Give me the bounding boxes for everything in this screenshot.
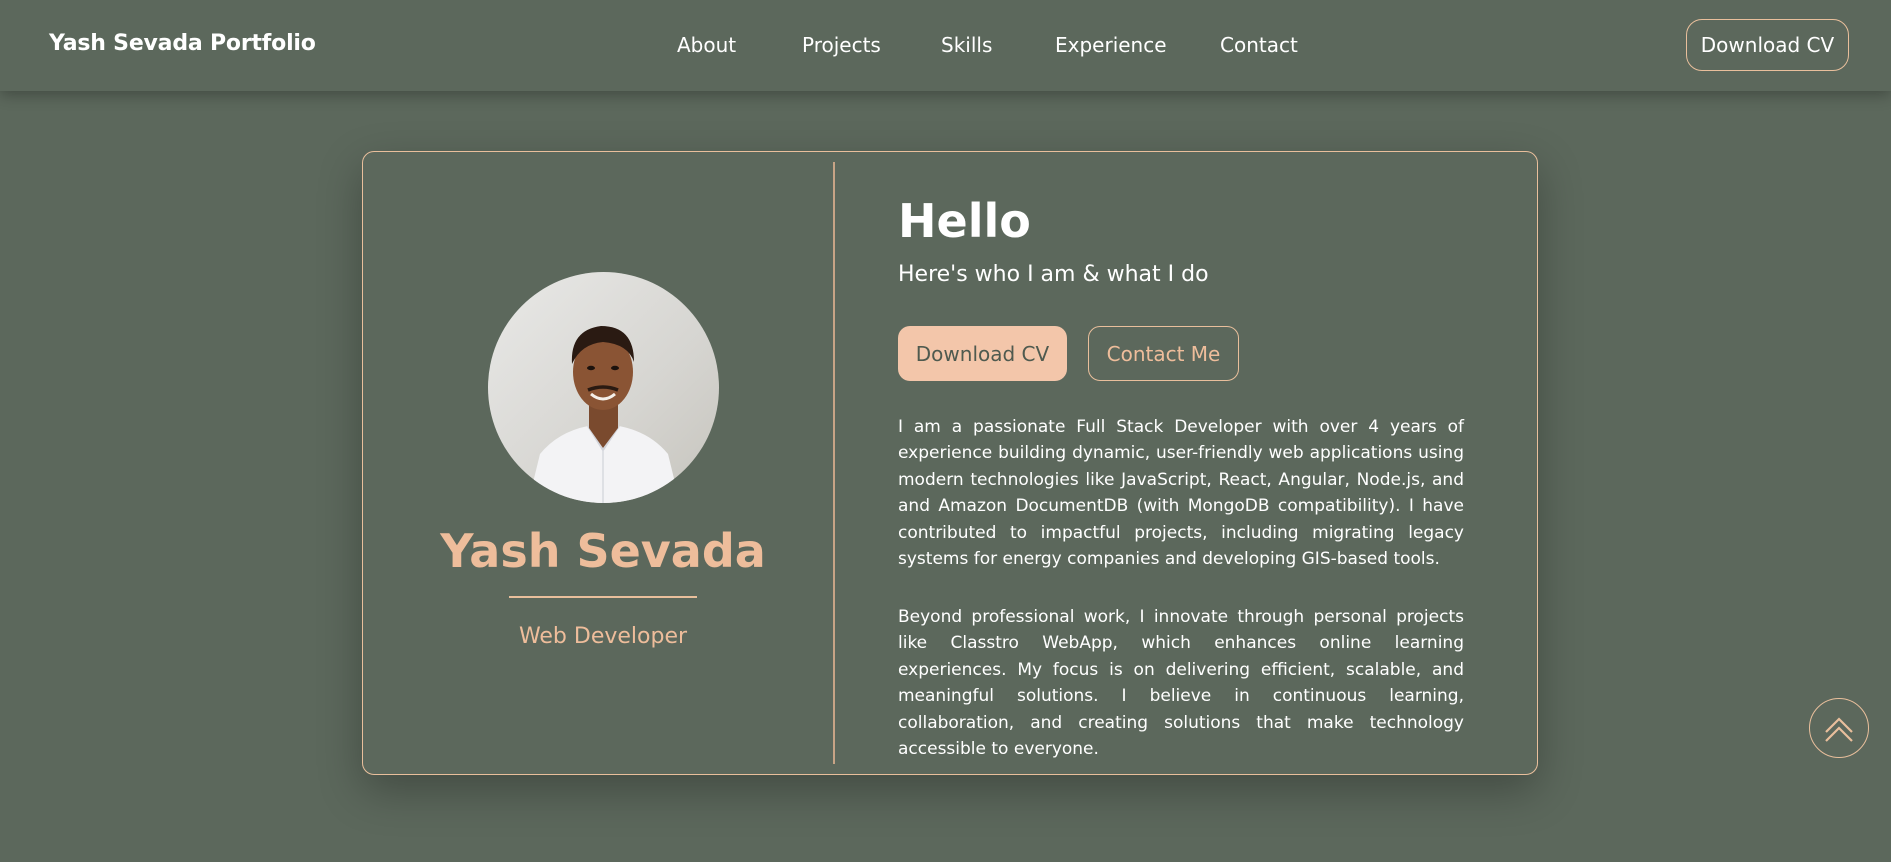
nav-link-experience[interactable]: Experience	[1055, 33, 1167, 57]
contact-me-button[interactable]: Contact Me	[1088, 326, 1239, 381]
profile-photo	[488, 272, 719, 503]
nav-link-about[interactable]: About	[677, 33, 736, 57]
greeting-subtitle: Here's who I am & what I do	[898, 262, 1209, 287]
profile-role: Web Developer	[518, 624, 688, 649]
nav-link-projects[interactable]: Projects	[802, 33, 881, 57]
vertical-divider	[833, 162, 835, 764]
header-download-cv-button[interactable]: Download CV	[1686, 19, 1849, 71]
double-chevron-up-icon	[1825, 717, 1853, 742]
scroll-to-top-button[interactable]	[1809, 698, 1869, 758]
profile-name: Yash Sevada	[440, 524, 766, 578]
navbar: Yash Sevada Portfolio About Projects Ski…	[0, 0, 1891, 91]
download-cv-button[interactable]: Download CV	[898, 326, 1067, 381]
brand-title[interactable]: Yash Sevada Portfolio	[49, 31, 316, 56]
greeting-heading: Hello	[898, 194, 1031, 248]
intro-paragraph-1: I am a passionate Full Stack Developer w…	[898, 417, 1464, 570]
nav-link-skills[interactable]: Skills	[941, 33, 992, 57]
name-underline	[509, 596, 697, 598]
profile-photo-illustration	[528, 326, 680, 503]
intro-paragraph-2: Beyond professional work, I innovate thr…	[898, 607, 1464, 760]
nav-link-contact[interactable]: Contact	[1220, 33, 1298, 57]
hero-card: Yash Sevada Web Developer Hello Here's w…	[362, 151, 1538, 775]
